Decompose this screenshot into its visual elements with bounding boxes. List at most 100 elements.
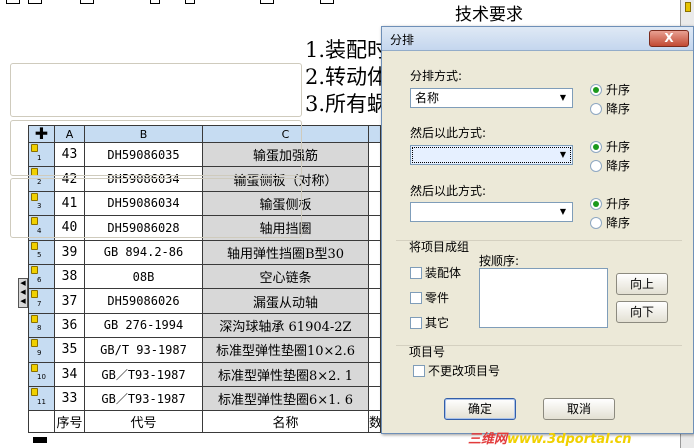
sort-by-ascending-radio[interactable]: 升序 <box>590 81 630 98</box>
qty-cell[interactable] <box>368 141 381 168</box>
ok-button[interactable]: 确定 <box>444 398 516 420</box>
seq-cell[interactable]: 34 <box>54 361 85 387</box>
radio-dot-icon <box>590 217 602 229</box>
table-row[interactable]: 11 33 GB／T93-1987 标准型弹性垫圈6×1. 6 <box>28 385 381 412</box>
code-cell[interactable]: GB／T93-1987 <box>84 361 203 387</box>
code-cell[interactable]: GB／T93-1987 <box>84 385 203 412</box>
column-header-d[interactable] <box>368 125 381 143</box>
other-checkbox[interactable]: 其它 <box>410 314 449 331</box>
qty-cell[interactable] <box>368 361 381 387</box>
order-label: 按顺序: <box>479 254 520 268</box>
seq-cell[interactable]: 36 <box>54 312 85 339</box>
checkbox-box <box>413 365 425 377</box>
code-cell[interactable]: DH59086026 <box>84 288 203 314</box>
qty-cell[interactable] <box>368 215 381 241</box>
seq-cell[interactable]: 37 <box>54 288 85 314</box>
keep-item-number-checkbox[interactable]: 不更改项目号 <box>413 362 500 379</box>
then-by-select-1[interactable]: ▼ <box>410 145 573 165</box>
dialog-titlebar[interactable]: 分排 X <box>382 27 693 51</box>
top-toolbar-fragment <box>0 0 380 6</box>
tech-requirement-line: 3.所有蜗 <box>305 92 389 116</box>
row-drag-grip[interactable]: ◀ ◀ ◀ <box>18 278 28 308</box>
name-cell[interactable]: 标准型弹性垫圈8×2. 1 <box>202 361 369 387</box>
footer-name: 名称 <box>202 410 369 434</box>
seq-cell[interactable]: 35 <box>54 337 85 363</box>
footer-corner <box>28 410 55 434</box>
table-row[interactable]: 10 34 GB／T93-1987 标准型弹性垫圈8×2. 1 <box>28 361 381 387</box>
bom-footer-row: 序号 代号 名称 数 <box>28 410 381 434</box>
qty-cell[interactable] <box>368 337 381 363</box>
then-by-select-2[interactable]: ▼ <box>410 202 573 222</box>
table-row[interactable]: 5 39 GB 894.2-86 轴用弹性挡圈B型30 <box>28 239 381 265</box>
name-cell[interactable]: 空心链条 <box>202 263 369 290</box>
sort-by-label: 分排方式: <box>410 69 463 83</box>
toolbar-icon <box>150 0 160 4</box>
move-up-button[interactable]: 向上 <box>616 273 668 295</box>
assembly-checkbox[interactable]: 装配体 <box>410 264 461 281</box>
seq-cell[interactable]: 38 <box>54 263 85 290</box>
table-bottom-handle[interactable] <box>33 437 47 443</box>
then-by-2-descending-radio[interactable]: 降序 <box>590 214 630 231</box>
table-row[interactable]: 8 36 GB 276-1994 深沟球轴承 61904-2Z <box>28 312 381 339</box>
then-by-1-ascending-radio[interactable]: 升序 <box>590 138 630 155</box>
qty-cell[interactable] <box>368 263 381 290</box>
name-cell[interactable]: 标准型弹性垫圈10×2.6 <box>202 337 369 363</box>
row-index-cell[interactable]: 10 <box>28 361 55 387</box>
move-down-button[interactable]: 向下 <box>616 301 668 323</box>
row-index: 7 <box>37 300 42 309</box>
qty-cell[interactable] <box>368 312 381 339</box>
then-by-group-1 <box>10 120 302 176</box>
sort-by-descending-radio[interactable]: 降序 <box>590 100 630 117</box>
row-index-cell[interactable]: 8 <box>28 312 55 339</box>
radio-label: 升序 <box>606 197 631 211</box>
row-index: 11 <box>37 397 46 406</box>
table-row[interactable]: 7 37 DH59086026 漏蛋从动轴 <box>28 288 381 314</box>
seq-cell[interactable]: 33 <box>54 385 85 412</box>
row-index: 5 <box>37 251 42 260</box>
dialog-title: 分排 <box>390 33 415 47</box>
tech-requirement-line: 2.转动体 <box>305 65 389 89</box>
lock-icon <box>31 363 38 372</box>
row-index-cell[interactable]: 7 <box>28 288 55 314</box>
then-by-1-descending-radio[interactable]: 降序 <box>590 157 630 174</box>
sort-by-value: 名称 <box>415 91 440 105</box>
group-order-listbox[interactable] <box>479 268 608 328</box>
code-cell[interactable]: GB/T 93-1987 <box>84 337 203 363</box>
item-number-label: 项目号 <box>409 345 446 359</box>
lock-icon <box>31 339 38 348</box>
chevron-down-icon: ▼ <box>559 150 567 159</box>
row-index-cell[interactable]: 5 <box>28 239 55 265</box>
sort-by-select[interactable]: 名称 ▼ <box>410 88 573 108</box>
checkbox-box <box>410 292 422 304</box>
name-cell[interactable]: 深沟球轴承 61904-2Z <box>202 312 369 339</box>
then-by-label-2: 然后以此方式: <box>410 184 487 198</box>
qty-cell[interactable] <box>368 385 381 412</box>
table-row[interactable]: 9 35 GB/T 93-1987 标准型弹性垫圈10×2.6 <box>28 337 381 363</box>
radio-label: 降序 <box>606 216 631 230</box>
close-button[interactable]: X <box>649 30 689 47</box>
row-index-cell[interactable]: 6 <box>28 263 55 290</box>
qty-cell[interactable] <box>368 190 381 217</box>
table-row[interactable]: 6 38 08B 空心链条 <box>28 263 381 290</box>
code-cell[interactable]: 08B <box>84 263 203 290</box>
qty-cell[interactable] <box>368 288 381 314</box>
row-index-cell[interactable]: 9 <box>28 337 55 363</box>
part-checkbox[interactable]: 零件 <box>410 289 449 306</box>
name-cell[interactable]: 轴用弹性挡圈B型30 <box>202 239 369 265</box>
code-cell[interactable]: GB 276-1994 <box>84 312 203 339</box>
then-by-2-ascending-radio[interactable]: 升序 <box>590 195 630 212</box>
radio-label: 升序 <box>606 83 631 97</box>
qty-cell[interactable] <box>368 239 381 265</box>
code-cell[interactable]: GB 894.2-86 <box>84 239 203 265</box>
checkbox-label: 零件 <box>425 291 450 305</box>
radio-label: 降序 <box>606 102 631 116</box>
qty-cell[interactable] <box>368 166 381 192</box>
row-index-cell[interactable]: 11 <box>28 385 55 412</box>
row-index: 6 <box>37 275 42 284</box>
seq-cell[interactable]: 39 <box>54 239 85 265</box>
toolbar-icon <box>6 0 20 4</box>
name-cell[interactable]: 漏蛋从动轴 <box>202 288 369 314</box>
name-cell[interactable]: 标准型弹性垫圈6×1. 6 <box>202 385 369 412</box>
checkbox-box <box>410 317 422 329</box>
cancel-button[interactable]: 取消 <box>543 398 615 420</box>
